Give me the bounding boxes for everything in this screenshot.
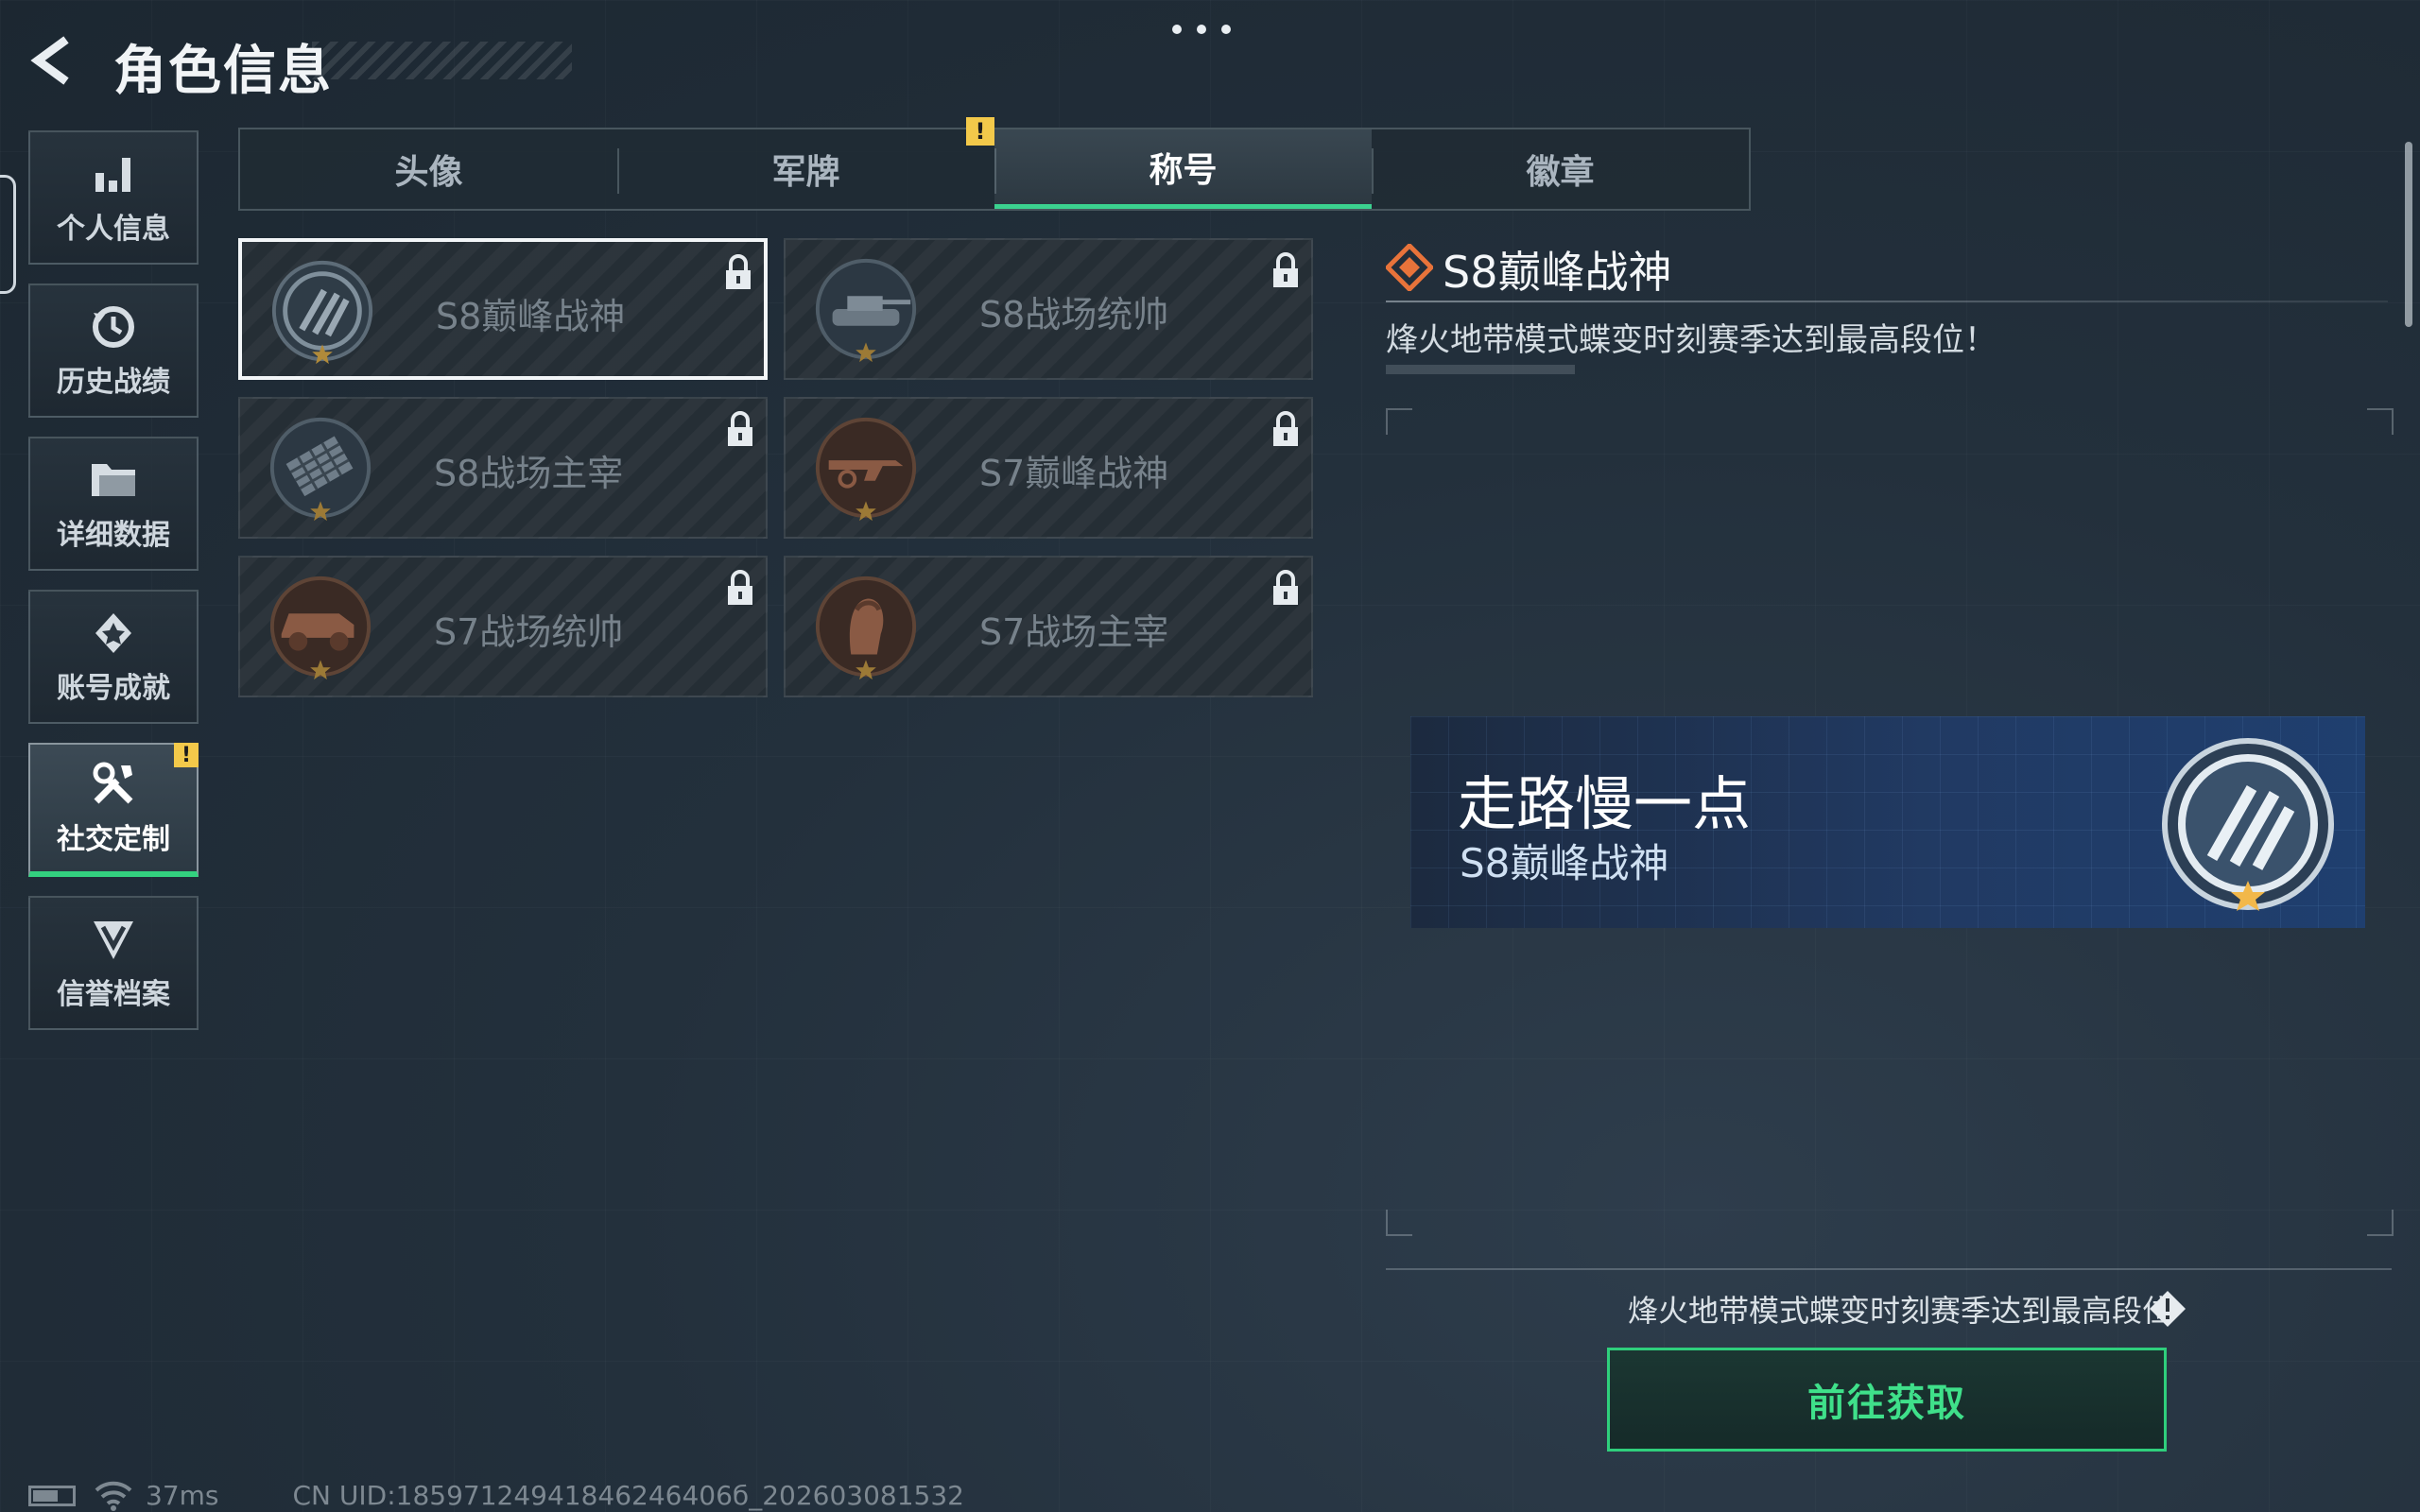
history-clock-icon xyxy=(90,301,137,352)
title-card-s7-dominator[interactable]: S7战场主宰 xyxy=(784,556,1313,697)
rocket-emblem-icon xyxy=(269,417,372,522)
tab-avatar[interactable]: 头像 xyxy=(240,129,617,209)
bar-chart-icon xyxy=(92,148,135,199)
dot-icon xyxy=(1221,25,1231,34)
info-diamond-icon[interactable] xyxy=(2148,1289,2187,1329)
category-tabs: 头像 军牌 称号 徽章 xyxy=(238,128,1751,211)
tab-badge[interactable]: 徽章 xyxy=(1372,129,1749,209)
frame-corner xyxy=(2367,408,2394,435)
title-card-s8-dominator[interactable]: S8战场主宰 xyxy=(238,397,768,539)
vehicle-emblem-icon xyxy=(269,576,372,680)
sidebar-item-label: 社交定制 xyxy=(57,823,170,856)
scrollbar[interactable] xyxy=(2405,142,2412,327)
shield-v-icon xyxy=(90,914,137,965)
sidebar-item-label: 详细数据 xyxy=(57,519,170,552)
alert-badge: ! xyxy=(174,743,199,767)
title-card-name: S7战场统帅 xyxy=(434,611,624,653)
detail-description: 烽火地带模式蝶变时刻赛季达到最高段位！ xyxy=(1386,321,1996,359)
battery-icon xyxy=(28,1485,76,1506)
sidebar-item-credit-profile[interactable]: 信誉档案 xyxy=(28,896,199,1030)
peak-emblem-icon xyxy=(271,260,373,365)
title-card-name: S8巅峰战神 xyxy=(436,296,626,337)
uid-text: CN UID:18597124941846246406б_20260308153… xyxy=(292,1480,964,1511)
rifle-emblem-icon xyxy=(815,417,917,522)
frame-corner xyxy=(2367,1210,2394,1236)
go-obtain-button[interactable]: 前往获取 xyxy=(1607,1348,2167,1452)
sidebar-item-history[interactable]: 历史战绩 xyxy=(28,284,199,418)
sidebar-item-detailed-data[interactable]: 详细数据 xyxy=(28,437,199,571)
lock-icon xyxy=(1273,570,1298,605)
dot-icon xyxy=(1172,25,1182,34)
tank-emblem-icon xyxy=(815,258,917,363)
lock-icon xyxy=(1273,411,1298,446)
back-arrow-icon xyxy=(30,36,69,85)
divider xyxy=(1386,301,2388,302)
more-options-button[interactable] xyxy=(1172,25,1231,34)
frame-corner xyxy=(1386,408,1412,435)
frame-corner xyxy=(1386,1210,1412,1236)
page-title: 角色信息 xyxy=(113,41,333,102)
alert-badge: ! xyxy=(966,117,994,146)
title-card-name: S8战场统帅 xyxy=(979,294,1169,335)
sidebar-item-label: 个人信息 xyxy=(57,213,170,246)
dot-icon xyxy=(1197,25,1206,34)
title-card-name: S7巅峰战神 xyxy=(979,453,1169,494)
nameplate-preview: 走路慢一点 S8巅峰战神 xyxy=(1410,716,2365,928)
tab-title[interactable]: 称号 xyxy=(994,129,1372,209)
preview-title: S8巅峰战神 xyxy=(1460,840,1669,886)
peak-emblem-icon xyxy=(2162,738,2334,911)
sidebar-item-personal-info[interactable]: 个人信息 xyxy=(28,130,199,265)
lock-icon xyxy=(726,254,751,289)
status-bar: 37ms CN UID:18597124941846246406б_202603… xyxy=(28,1480,964,1511)
achievement-icon xyxy=(90,608,137,659)
title-card-s7-commander[interactable]: S7战场统帅 xyxy=(238,556,768,697)
decorative-strip xyxy=(1386,365,1575,374)
title-card-s8-peak[interactable]: S8巅峰战神 xyxy=(238,238,768,380)
sidebar-item-label: 信誉档案 xyxy=(57,978,170,1011)
title-decoration xyxy=(312,42,572,79)
title-diamond-icon xyxy=(1386,244,1433,291)
title-card-s8-commander[interactable]: S8战场统帅 xyxy=(784,238,1313,380)
sidebar-item-label: 历史战绩 xyxy=(57,366,170,399)
lock-icon xyxy=(728,411,752,446)
lock-icon xyxy=(728,570,752,605)
wifi-icon xyxy=(95,1481,132,1511)
lock-icon xyxy=(1273,252,1298,287)
side-drawer-handle[interactable] xyxy=(0,175,16,294)
back-button[interactable] xyxy=(26,32,83,89)
folder-icon xyxy=(88,455,139,506)
title-card-s7-peak[interactable]: S7巅峰战神 xyxy=(784,397,1313,539)
sidebar-item-social-custom[interactable]: 社交定制 ! xyxy=(28,743,199,877)
divider xyxy=(1386,1268,2392,1270)
title-card-name: S8战场主宰 xyxy=(434,453,624,494)
detail-title: S8巅峰战神 xyxy=(1443,247,1672,298)
sidebar-item-label: 账号成就 xyxy=(57,672,170,705)
tab-dog-tag[interactable]: 军牌 xyxy=(617,129,994,209)
unlock-condition: 烽火地带模式蝶变时刻赛季达到最高段位 xyxy=(1627,1293,2172,1329)
ping-value: 37ms xyxy=(146,1480,219,1511)
title-card-name: S7战场主宰 xyxy=(979,611,1169,653)
preview-player-name: 走路慢一点 xyxy=(1458,769,1752,838)
soldier-emblem-icon xyxy=(815,576,917,680)
tools-icon xyxy=(89,759,138,810)
sidebar-item-achievements[interactable]: 账号成就 xyxy=(28,590,199,724)
